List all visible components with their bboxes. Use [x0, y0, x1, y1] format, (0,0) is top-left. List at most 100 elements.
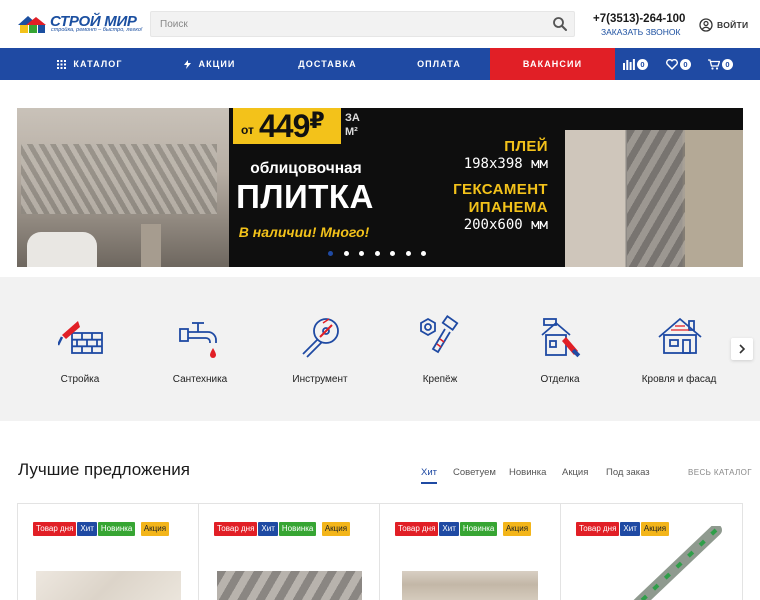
bathroom-photo	[17, 108, 229, 267]
bricks-trowel-icon	[58, 321, 103, 354]
category-plumbing[interactable]: Сантехника	[145, 315, 255, 395]
paint-house-icon	[541, 318, 581, 358]
login-button[interactable]: ВОЙТИ	[699, 17, 748, 33]
tab-hit[interactable]: Хит	[421, 467, 437, 484]
user-icon	[699, 18, 713, 32]
category-strip: Стройка Сантехника Инструмент Крепёж Отд…	[0, 277, 760, 421]
category-next-button[interactable]	[731, 338, 753, 360]
category-fasteners[interactable]: Крепёж	[385, 315, 495, 395]
nav-payment[interactable]: ОПЛАТА	[400, 48, 478, 80]
favorites-count: 0	[680, 58, 691, 70]
price-unit: ЗА М²	[345, 112, 360, 138]
category-label: Крепёж	[422, 374, 458, 385]
product-card[interactable]: Товар дня Хит Новинка Акция	[380, 504, 561, 600]
product-card[interactable]: Товар дня Хит Акция	[561, 504, 742, 600]
callback-link[interactable]: ЗАКАЗАТЬ ЗВОНОК	[601, 27, 680, 37]
nav-promotions[interactable]: АКЦИИ	[170, 48, 250, 80]
product-image	[402, 571, 538, 600]
main-nav: КАТАЛОГ АКЦИИ ДОСТАВКА ОПЛАТА ВАКАНСИИ 0…	[0, 48, 760, 80]
price-prefix: от	[241, 123, 254, 137]
slider-dot[interactable]	[390, 251, 395, 256]
nav-delivery-label: ДОСТАВКА	[298, 59, 357, 69]
slider-dot[interactable]	[328, 251, 333, 256]
slider-dot[interactable]	[421, 251, 426, 256]
tag-day: Товар дня	[395, 522, 439, 536]
logo-tagline: стройка, ремонт – быстро, легко!	[51, 27, 143, 33]
logo[interactable]: СТРОЙ МИР стройка, ремонт – быстро, легк…	[16, 12, 142, 36]
tag-hit: Хит	[258, 522, 278, 536]
tag-hit: Хит	[77, 522, 97, 536]
nav-vacancies[interactable]: ВАКАНСИИ	[490, 48, 615, 80]
nav-delivery[interactable]: ДОСТАВКА	[285, 48, 370, 80]
category-tools[interactable]: Инструмент	[265, 315, 375, 395]
price-value: 449₽	[259, 108, 325, 144]
nav-catalog[interactable]: КАТАЛОГ	[40, 48, 140, 80]
category-roofing[interactable]: Кровля и фасад	[624, 315, 734, 395]
slider-dot[interactable]	[343, 251, 349, 256]
tab-sale[interactable]: Акция	[562, 467, 588, 482]
product2-name-2: ИПАНЕМА	[468, 199, 548, 216]
compare-count: 0	[637, 58, 648, 70]
compare-button[interactable]: 0	[623, 48, 648, 80]
phone-number[interactable]: +7(3513)-264-100	[593, 13, 685, 25]
tab-new[interactable]: Новинка	[509, 467, 546, 482]
category-label: Сантехника	[172, 374, 228, 385]
tag-sale: Акция	[321, 522, 351, 536]
tag-sale: Акция	[140, 522, 170, 536]
tag-hit: Хит	[439, 522, 459, 536]
product-card[interactable]: Товар дня Хит Новинка Акция	[18, 504, 199, 600]
logo-house-icon	[18, 16, 46, 33]
product-tags: Товар дня Хит Новинка Акция	[214, 518, 364, 539]
cart-count: 0	[722, 58, 733, 70]
faucet-icon	[179, 322, 217, 358]
product-tags: Товар дня Хит Новинка Акция	[33, 518, 183, 539]
nav-payment-label: ОПЛАТА	[417, 59, 461, 69]
tag-new: Новинка	[459, 522, 498, 536]
category-finishing[interactable]: Отделка	[505, 315, 615, 395]
slider-dot[interactable]	[405, 251, 411, 256]
header: СТРОЙ МИР стройка, ремонт – быстро, легк…	[0, 0, 760, 48]
product1-size: 198х398 мм	[463, 156, 548, 172]
cart-icon	[708, 58, 720, 70]
slider-dots	[328, 251, 437, 256]
section-title: Лучшие предложения	[18, 460, 190, 479]
tag-new: Новинка	[97, 522, 136, 536]
nav-vacancies-label: ВАКАНСИИ	[522, 59, 583, 69]
product-image	[217, 571, 362, 600]
promo-banner[interactable]: от 449₽ ЗА М² облицовочная ПЛИТКА В налич…	[17, 108, 743, 267]
banner-availability: В наличии! Много!	[238, 224, 370, 240]
all-catalog-link[interactable]: ВЕСЬ КАТАЛОГ	[688, 468, 752, 477]
tab-preorder[interactable]: Под заказ	[606, 467, 650, 482]
banner-headline-2: ПЛИТКА	[236, 178, 374, 215]
tag-day: Товар дня	[576, 522, 620, 536]
cart-button[interactable]: 0	[708, 48, 733, 80]
product-image	[36, 571, 181, 600]
heart-icon	[666, 58, 678, 70]
category-label: Кровля и фасад	[641, 374, 717, 385]
tab-recommend[interactable]: Советуем	[453, 467, 496, 482]
chevron-right-icon	[739, 344, 746, 354]
search-input[interactable]	[151, 12, 546, 36]
favorites-button[interactable]: 0	[666, 48, 691, 80]
slider-dot[interactable]	[359, 251, 364, 256]
product2-size: 200х600 мм	[463, 217, 548, 233]
product2-name-1: ГЕКСАМЕНТ	[453, 181, 548, 198]
product-image	[633, 526, 722, 600]
search-icon[interactable]	[552, 16, 568, 32]
product-cards: Товар дня Хит Новинка Акция Товар дня Хит Но…	[17, 503, 743, 600]
product-card[interactable]: Товар дня Хит Новинка Акция	[199, 504, 380, 600]
product-tags: Товар дня Хит Новинка Акция	[395, 518, 545, 539]
tag-sale: Акция	[502, 522, 532, 536]
category-construction[interactable]: Стройка	[25, 315, 135, 395]
product1-name: ПЛЕЙ	[504, 138, 548, 155]
tile-samples-photo	[565, 130, 743, 267]
nut-bolt-icon	[420, 315, 459, 354]
slider-dot[interactable]	[374, 251, 380, 256]
login-label: ВОЙТИ	[717, 20, 749, 30]
tag-new: Новинка	[278, 522, 317, 536]
tag-day: Товар дня	[33, 522, 77, 536]
nav-catalog-label: КАТАЛОГ	[73, 59, 123, 69]
grinder-icon	[302, 318, 339, 358]
search-box	[150, 11, 575, 37]
roof-house-icon	[658, 317, 702, 354]
